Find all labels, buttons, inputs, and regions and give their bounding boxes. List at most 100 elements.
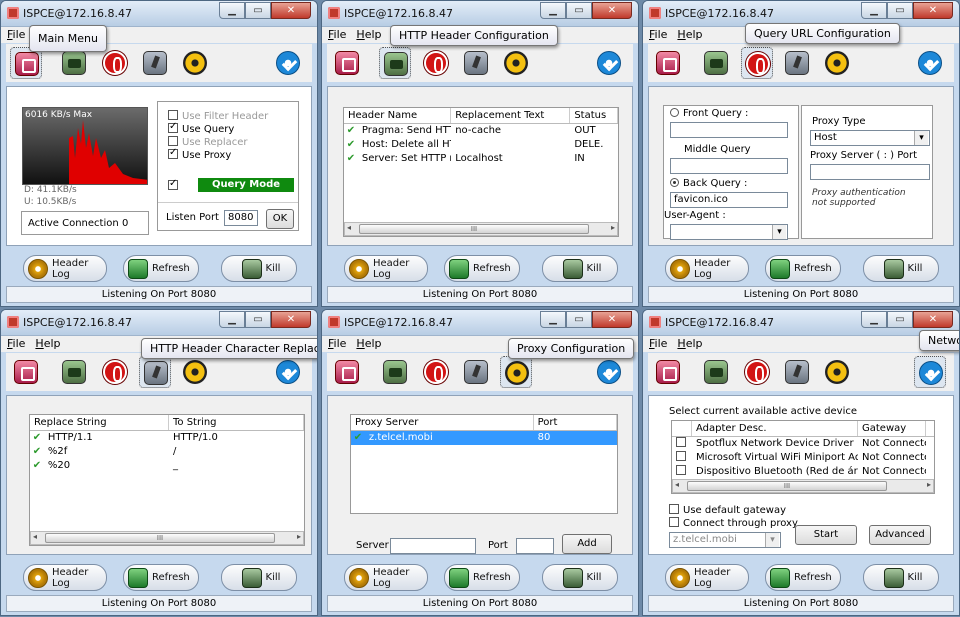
proxy-select[interactable]: z.telcel.mobi — [669, 532, 781, 548]
tool-http-header[interactable] — [58, 356, 90, 388]
tool-proxy[interactable] — [821, 47, 853, 79]
maximize-button[interactable]: ▭ — [566, 2, 592, 19]
tool-network[interactable] — [914, 47, 946, 79]
close-button[interactable]: ✕ — [271, 2, 311, 19]
tool-http-header[interactable] — [379, 47, 411, 79]
tool-query-url[interactable] — [420, 47, 452, 79]
back-query-radio[interactable]: Back Query : — [670, 178, 747, 189]
minimize-button[interactable]: ▁ — [861, 311, 887, 328]
kill-button[interactable]: Kill — [542, 564, 618, 591]
connect-through-proxy[interactable]: Connect through proxy — [669, 517, 798, 529]
tool-char-replacer[interactable] — [460, 356, 492, 388]
table-row[interactable]: ✔ z.telcel.mobi 80 — [351, 431, 617, 445]
tool-http-header[interactable] — [700, 47, 732, 79]
title-bar[interactable]: ISPCE@172.16.8.47 ▁ ▭ ✕ — [322, 1, 638, 27]
header-log-button[interactable]: Header Log — [344, 564, 428, 591]
menu-file[interactable]: File — [649, 336, 667, 352]
tool-query-url[interactable] — [741, 47, 773, 79]
col-replace-string[interactable]: Replace String — [30, 415, 169, 430]
tool-network[interactable] — [914, 356, 946, 388]
maximize-button[interactable]: ▭ — [245, 2, 271, 19]
minimize-button[interactable]: ▁ — [219, 2, 245, 19]
refresh-button[interactable]: Refresh — [444, 255, 520, 282]
maximize-button[interactable]: ▭ — [887, 2, 913, 19]
menu-file[interactable]: File — [7, 336, 25, 352]
table-row[interactable]: ✔ HTTP/1.1 HTTP/1.0 — [30, 431, 304, 445]
use-default-gateway[interactable]: Use default gateway — [669, 504, 786, 516]
radio[interactable] — [670, 108, 679, 117]
close-button[interactable]: ✕ — [913, 2, 953, 19]
scroll-thumb[interactable]: III — [45, 533, 275, 543]
minimize-button[interactable]: ▁ — [540, 311, 566, 328]
scroll-thumb[interactable]: III — [359, 224, 589, 234]
kill-button[interactable]: Kill — [863, 564, 939, 591]
opt-filter-header[interactable]: Use Filter Header — [168, 110, 268, 122]
minimize-button[interactable]: ▁ — [219, 311, 245, 328]
tool-query-url[interactable] — [420, 356, 452, 388]
menu-help[interactable]: Help — [356, 336, 381, 352]
col-proxy-server[interactable]: Proxy Server — [351, 415, 534, 430]
tool-char-replacer[interactable] — [781, 47, 813, 79]
menu-help[interactable]: Help — [356, 27, 381, 43]
tool-http-header[interactable] — [379, 356, 411, 388]
table-row[interactable]: ✔ %20 _ — [30, 459, 304, 473]
opt-use-proxy[interactable]: Use Proxy — [168, 147, 231, 161]
kill-button[interactable]: Kill — [542, 255, 618, 282]
proxy-type-dropdown[interactable]: Host — [810, 130, 930, 146]
horizontal-scrollbar[interactable]: III — [672, 479, 934, 493]
refresh-button[interactable]: Refresh — [123, 564, 199, 591]
tool-char-replacer[interactable] — [460, 47, 492, 79]
close-button[interactable]: ✕ — [592, 311, 632, 328]
header-log-button[interactable]: Header Log — [344, 255, 428, 282]
maximize-button[interactable]: ▭ — [245, 311, 271, 328]
minimize-button[interactable]: ▁ — [861, 2, 887, 19]
radio[interactable] — [670, 178, 679, 187]
tool-http-header[interactable] — [700, 356, 732, 388]
checkbox[interactable] — [669, 504, 679, 514]
header-log-button[interactable]: Header Log — [665, 255, 749, 282]
horizontal-scrollbar[interactable]: III — [344, 222, 618, 236]
refresh-button[interactable]: Refresh — [765, 255, 841, 282]
menu-help[interactable]: Help — [677, 336, 702, 352]
query-mode-checkbox[interactable] — [168, 178, 178, 190]
tool-network[interactable] — [272, 47, 304, 79]
title-bar[interactable]: ISPCE@172.16.8.47 ▁ ▭ ✕ — [322, 310, 638, 336]
checkbox[interactable] — [168, 121, 178, 133]
col-replacement[interactable]: Replacement Text — [451, 108, 571, 123]
kill-button[interactable]: Kill — [221, 564, 297, 591]
tool-main-menu[interactable] — [652, 356, 684, 388]
proxy-list[interactable]: Proxy Server Port ✔ z.telcel.mobi 80 — [350, 414, 618, 514]
opt-use-query[interactable]: Use Query — [168, 121, 234, 135]
col-status[interactable]: Status — [570, 108, 618, 123]
horizontal-scrollbar[interactable]: III — [30, 531, 304, 545]
col-header-name[interactable]: Header Name — [344, 108, 452, 123]
col-adapter[interactable]: Adapter Desc. — [692, 421, 858, 436]
tool-proxy[interactable] — [500, 356, 532, 388]
col-port[interactable]: Port — [534, 415, 617, 430]
menu-help[interactable]: Help — [677, 27, 702, 43]
middle-query-input[interactable] — [670, 158, 788, 174]
start-button[interactable]: Start — [795, 525, 857, 545]
tool-main-menu[interactable] — [652, 47, 684, 79]
port-input[interactable] — [516, 538, 554, 554]
table-row[interactable]: Microsoft Virtual WiFi Miniport Adapter N… — [672, 451, 934, 465]
scroll-thumb[interactable]: III — [687, 481, 887, 491]
table-row[interactable]: ✔ Host: Delete all HT... DELE. — [344, 138, 618, 152]
tool-char-replacer[interactable] — [139, 356, 171, 388]
checkbox[interactable] — [669, 517, 679, 527]
checkbox[interactable] — [676, 451, 686, 461]
table-row[interactable]: Spotflux Network Device Driver Not Connec… — [672, 437, 934, 451]
tool-network[interactable] — [593, 47, 625, 79]
tool-network[interactable] — [272, 356, 304, 388]
tool-main-menu[interactable] — [10, 356, 42, 388]
menu-file[interactable]: File — [328, 27, 346, 43]
tool-query-url[interactable] — [741, 356, 773, 388]
col-to-string[interactable]: To String — [169, 415, 304, 430]
close-button[interactable]: ✕ — [592, 2, 632, 19]
tool-main-menu[interactable] — [331, 356, 363, 388]
table-row[interactable]: ✔ %2f / — [30, 445, 304, 459]
tool-proxy[interactable] — [179, 47, 211, 79]
table-row[interactable]: ✔ Server: Set HTTP r... Localhost IN — [344, 152, 618, 166]
checkbox[interactable] — [168, 110, 178, 120]
back-query-input[interactable]: favicon.ico — [670, 192, 788, 208]
